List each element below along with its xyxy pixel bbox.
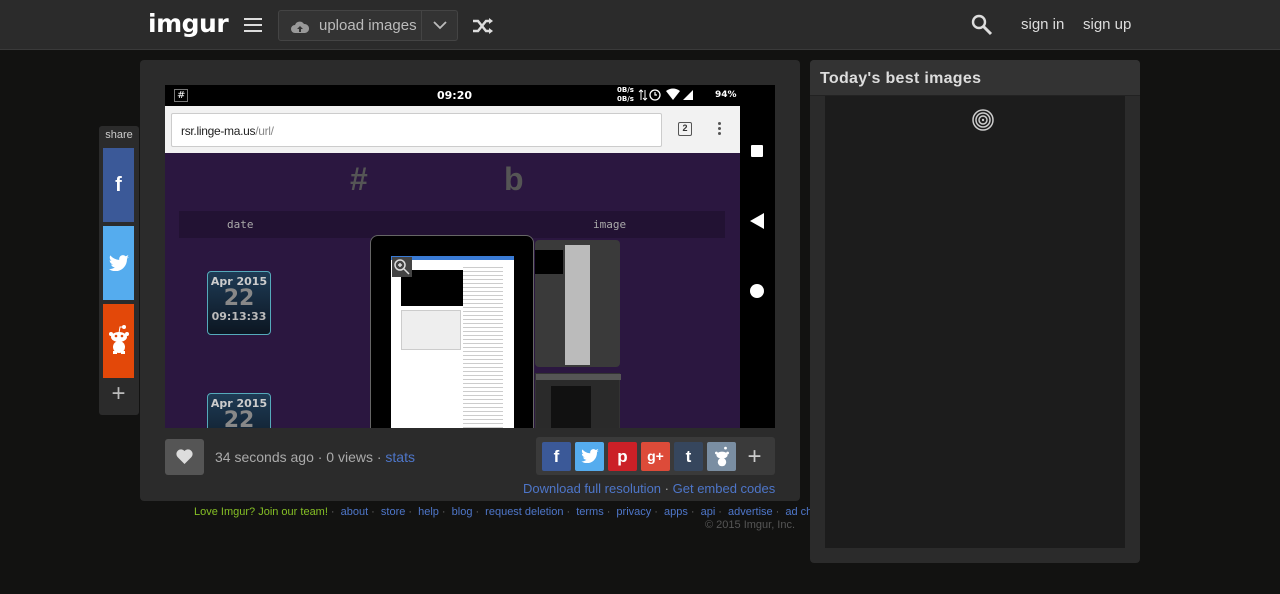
column-image: image — [593, 218, 627, 231]
status-time: 09:20 — [437, 89, 473, 102]
home-icon — [750, 284, 764, 298]
search-icon[interactable] — [971, 14, 993, 36]
tumblr-share-button[interactable]: t — [674, 442, 703, 471]
plus-icon: + — [747, 443, 762, 470]
footer-blog[interactable]: blog — [452, 506, 473, 518]
footer-request-deletion[interactable]: request deletion — [485, 506, 563, 518]
site-title: # — [350, 161, 368, 197]
share-bar: f p g+ t + — [536, 437, 775, 475]
url-text: rsr.linge-ma.us/url/ — [181, 124, 274, 138]
battery-level: 94% — [715, 90, 737, 100]
share-twitter-button[interactable] — [103, 226, 134, 300]
twitter-icon — [580, 449, 599, 464]
heart-icon — [176, 449, 193, 464]
footer-terms[interactable]: terms — [576, 506, 604, 518]
recents-icon — [751, 145, 763, 157]
screenshot-preview-popup: ⟵ || ⟶ ✕ — [370, 235, 534, 428]
share-title: share — [105, 129, 133, 141]
reddit-alien-icon — [714, 446, 729, 467]
site-title-end: b — [504, 161, 524, 197]
image-links: Download full resolution · Get embed cod… — [523, 481, 775, 496]
facebook-share-button[interactable]: f — [542, 442, 571, 471]
zoom-in-icon — [392, 257, 412, 277]
share-more-button[interactable]: + — [103, 381, 134, 409]
share-facebook-button[interactable]: f — [103, 148, 134, 222]
post-meta: 34 seconds ago · 0 views · stats — [215, 449, 415, 465]
table-header: date image — [179, 211, 725, 238]
tab-count-icon: 2 — [678, 122, 692, 136]
favorite-button[interactable] — [165, 439, 204, 475]
footer-privacy[interactable]: privacy — [616, 506, 651, 518]
post-meta-text: 34 seconds ago · 0 views · — [215, 449, 386, 465]
upload-images-label: upload images — [319, 17, 417, 34]
twitter-share-button[interactable] — [575, 442, 604, 471]
shuffle-icon[interactable] — [472, 16, 494, 36]
back-icon — [750, 213, 764, 229]
footer-store[interactable]: store — [381, 506, 405, 518]
more-share-button[interactable]: + — [740, 442, 769, 471]
post-image[interactable]: # 09:20 0B/s 0B/s 94% rsr.linge-ma.us/url… — [165, 85, 775, 428]
upload-dropdown-button[interactable] — [421, 10, 458, 41]
android-nav-bar — [740, 85, 775, 428]
tumblr-icon: t — [685, 447, 692, 466]
date-badge: Apr 2015 22 09:13:33 — [207, 271, 271, 335]
site-content: # b date image Apr 2015 22 09:13:33 Apr … — [165, 153, 740, 428]
join-team-link[interactable]: Love Imgur? Join our team! — [194, 506, 328, 518]
reddit-alien-icon — [109, 325, 129, 354]
footer-links: Love Imgur? Join our team! · about · store… — [194, 506, 838, 518]
android-status-bar: # 09:20 0B/s 0B/s 94% — [165, 85, 740, 106]
sign-up-link[interactable]: sign up — [1083, 16, 1131, 33]
overflow-menu-icon — [718, 122, 722, 137]
reddit-share-button[interactable] — [707, 442, 736, 471]
sidebar-gallery — [825, 96, 1125, 548]
chevron-down-icon — [433, 21, 447, 30]
upload-images-button[interactable]: upload images — [278, 10, 422, 41]
download-full-resolution-link[interactable]: Download full resolution — [523, 481, 661, 496]
footer-about[interactable]: about — [341, 506, 369, 518]
sign-in-link[interactable]: sign in — [1021, 16, 1064, 33]
notification-badge: # — [174, 89, 189, 102]
best-images-sidebar: Today's best images — [810, 60, 1140, 563]
get-embed-codes-link[interactable]: Get embed codes — [673, 481, 776, 496]
top-bar: imgur upload images sign in sign up — [0, 0, 1280, 50]
google-plus-share-button[interactable]: g+ — [641, 442, 670, 471]
footer-apps[interactable]: apps — [664, 506, 688, 518]
sidebar-header: Today's best images — [810, 60, 1140, 96]
url-field: rsr.linge-ma.us/url/ — [171, 113, 662, 147]
network-speed: 0B/s 0B/s — [617, 86, 634, 103]
copyright: © 2015 Imgur, Inc. — [705, 519, 796, 531]
hamburger-menu-icon[interactable] — [244, 18, 262, 32]
facebook-icon: f — [553, 447, 560, 466]
twitter-icon — [109, 255, 129, 271]
share-sidebar: share f + — [99, 126, 139, 415]
loading-spinner-icon — [972, 109, 994, 131]
google-plus-icon: g+ — [647, 448, 664, 464]
share-reddit-button[interactable] — [103, 304, 134, 378]
pinterest-share-button[interactable]: p — [608, 442, 637, 471]
imgur-logo[interactable]: imgur — [148, 9, 229, 38]
image-thumbnail — [535, 373, 621, 428]
footer-help[interactable]: help — [418, 506, 439, 518]
pinterest-icon: p — [617, 447, 628, 466]
cloud-upload-icon — [291, 21, 309, 33]
column-date: date — [227, 218, 254, 231]
facebook-icon: f — [115, 174, 122, 196]
separator: · — [664, 481, 669, 496]
browser-address-bar: rsr.linge-ma.us/url/ 2 — [165, 106, 740, 153]
stats-link[interactable]: stats — [385, 449, 415, 465]
date-badge: Apr 2015 22 — [207, 393, 271, 428]
status-icons — [638, 88, 693, 101]
footer-api[interactable]: api — [701, 506, 716, 518]
footer-advertise[interactable]: advertise — [728, 506, 773, 518]
preview-image — [391, 256, 514, 428]
image-thumbnail — [535, 240, 620, 367]
sidebar-title: Today's best images — [820, 70, 982, 87]
